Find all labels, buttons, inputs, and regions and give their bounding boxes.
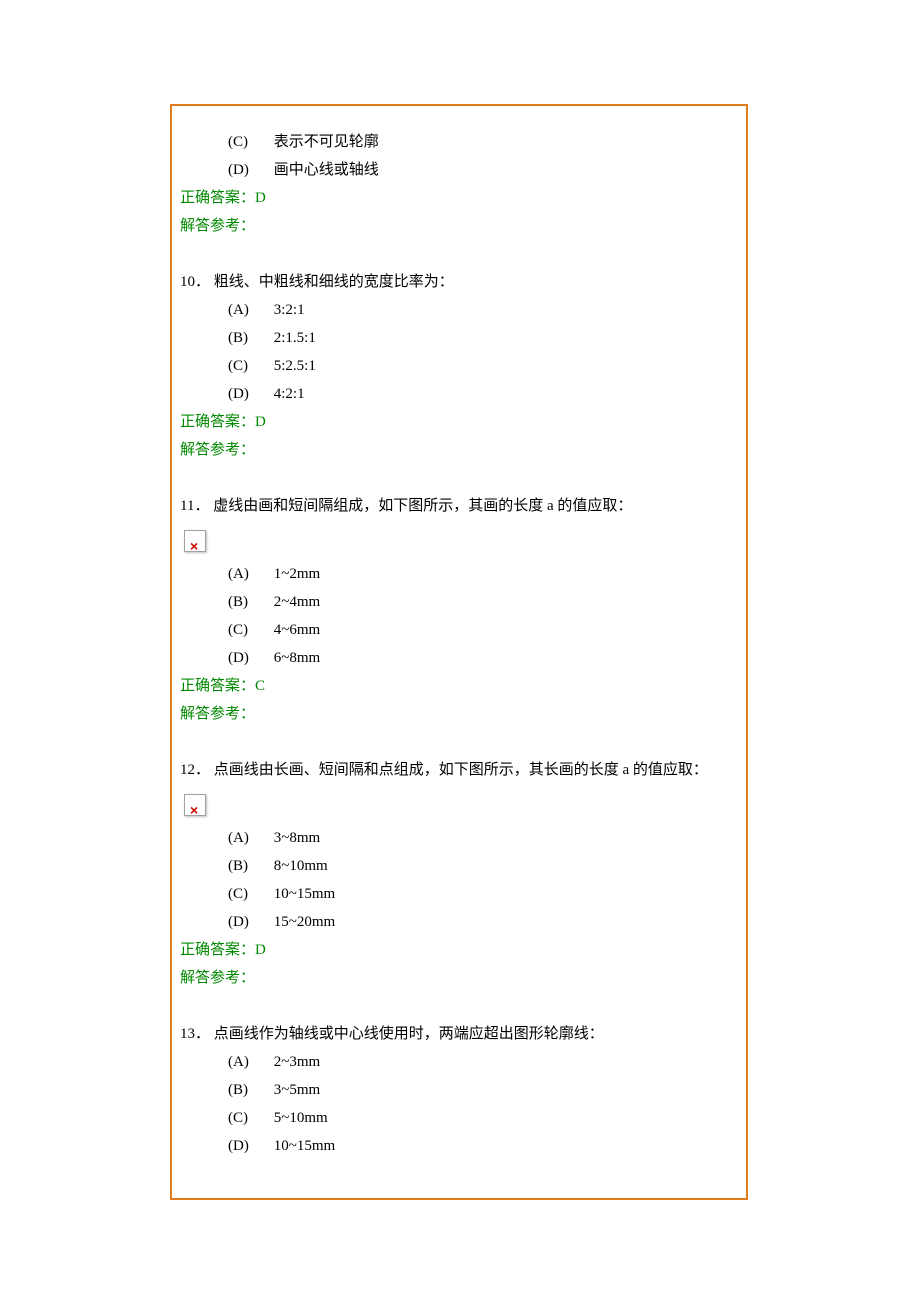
option-text: 3:2:1 — [274, 302, 305, 318]
option-text: 表示不可见轮廓 — [274, 134, 379, 150]
q12-image-row — [180, 784, 738, 824]
option-label: (B) — [228, 588, 270, 616]
question-text: 点画线由长画、短间隔和点组成，如下图所示，其长画的长度 a 的值应取： — [214, 762, 708, 778]
q11-reference: 解答参考： — [180, 700, 738, 728]
spacer — [180, 728, 738, 756]
spacer — [180, 992, 738, 1020]
q10-option-b: (B) 2:1.5:1 — [180, 324, 738, 352]
option-text: 10~15mm — [274, 1138, 335, 1154]
q10-option-d: (D) 4:2:1 — [180, 380, 738, 408]
question-text: 粗线、中粗线和细线的宽度比率为： — [214, 274, 454, 290]
page-frame: (C) 表示不可见轮廓 (D) 画中心线或轴线 正确答案：D 解答参考： 10．… — [170, 104, 748, 1200]
option-text: 5~10mm — [274, 1110, 328, 1126]
q11-stem: 11． 虚线由画和短间隔组成，如下图所示，其画的长度 a 的值应取： — [180, 492, 738, 520]
option-text: 1~2mm — [274, 566, 320, 582]
q13-stem: 13． 点画线作为轴线或中心线使用时，两端应超出图形轮廓线： — [180, 1020, 738, 1048]
broken-image-icon — [184, 794, 206, 816]
q11-answer: 正确答案：C — [180, 672, 738, 700]
spacer — [180, 240, 738, 268]
option-text: 画中心线或轴线 — [274, 162, 379, 178]
q10-reference: 解答参考： — [180, 436, 738, 464]
q12-option-c: (C) 10~15mm — [180, 880, 738, 908]
question-number: 13． — [180, 1020, 210, 1048]
option-text: 6~8mm — [274, 650, 320, 666]
option-label: (C) — [228, 616, 270, 644]
q12-stem: 12． 点画线由长画、短间隔和点组成，如下图所示，其长画的长度 a 的值应取： — [180, 756, 738, 784]
q11-option-c: (C) 4~6mm — [180, 616, 738, 644]
option-label: (D) — [228, 156, 270, 184]
q9-option-d: (D) 画中心线或轴线 — [180, 156, 738, 184]
q13-option-d: (D) 10~15mm — [180, 1132, 738, 1160]
q12-option-b: (B) 8~10mm — [180, 852, 738, 880]
q11-option-b: (B) 2~4mm — [180, 588, 738, 616]
option-text: 2:1.5:1 — [274, 330, 316, 346]
question-number: 11． — [180, 492, 209, 520]
option-text: 2~4mm — [274, 594, 320, 610]
q10-option-a: (A) 3:2:1 — [180, 296, 738, 324]
q13-option-a: (A) 2~3mm — [180, 1048, 738, 1076]
option-text: 10~15mm — [274, 886, 335, 902]
q10-answer: 正确答案：D — [180, 408, 738, 436]
q10-option-c: (C) 5:2.5:1 — [180, 352, 738, 380]
question-text: 点画线作为轴线或中心线使用时，两端应超出图形轮廓线： — [214, 1026, 604, 1042]
q10-stem: 10． 粗线、中粗线和细线的宽度比率为： — [180, 268, 738, 296]
q12-answer: 正确答案：D — [180, 936, 738, 964]
question-number: 12． — [180, 756, 210, 784]
option-label: (D) — [228, 380, 270, 408]
option-text: 4:2:1 — [274, 386, 305, 402]
option-label: (D) — [228, 908, 270, 936]
option-label: (D) — [228, 1132, 270, 1160]
option-label: (C) — [228, 352, 270, 380]
question-number: 10． — [180, 268, 210, 296]
option-text: 3~8mm — [274, 830, 320, 846]
q12-reference: 解答参考： — [180, 964, 738, 992]
q11-option-a: (A) 1~2mm — [180, 560, 738, 588]
q13-option-b: (B) 3~5mm — [180, 1076, 738, 1104]
question-text: 虚线由画和短间隔组成，如下图所示，其画的长度 a 的值应取： — [213, 498, 632, 514]
q12-option-a: (A) 3~8mm — [180, 824, 738, 852]
broken-image-icon — [184, 530, 206, 552]
option-label: (B) — [228, 1076, 270, 1104]
q9-answer: 正确答案：D — [180, 184, 738, 212]
option-text: 3~5mm — [274, 1082, 320, 1098]
option-label: (A) — [228, 560, 270, 588]
q9-reference: 解答参考： — [180, 212, 738, 240]
option-label: (B) — [228, 852, 270, 880]
option-label: (C) — [228, 128, 270, 156]
option-text: 8~10mm — [274, 858, 328, 874]
option-text: 15~20mm — [274, 914, 335, 930]
option-text: 4~6mm — [274, 622, 320, 638]
option-text: 2~3mm — [274, 1054, 320, 1070]
q11-image-row — [180, 520, 738, 560]
q11-option-d: (D) 6~8mm — [180, 644, 738, 672]
option-label: (B) — [228, 324, 270, 352]
option-label: (C) — [228, 880, 270, 908]
option-label: (A) — [228, 824, 270, 852]
option-label: (D) — [228, 644, 270, 672]
q9-option-c: (C) 表示不可见轮廓 — [180, 128, 738, 156]
option-label: (A) — [228, 1048, 270, 1076]
q12-option-d: (D) 15~20mm — [180, 908, 738, 936]
option-text: 5:2.5:1 — [274, 358, 316, 374]
option-label: (C) — [228, 1104, 270, 1132]
option-label: (A) — [228, 296, 270, 324]
q13-option-c: (C) 5~10mm — [180, 1104, 738, 1132]
spacer — [180, 464, 738, 492]
